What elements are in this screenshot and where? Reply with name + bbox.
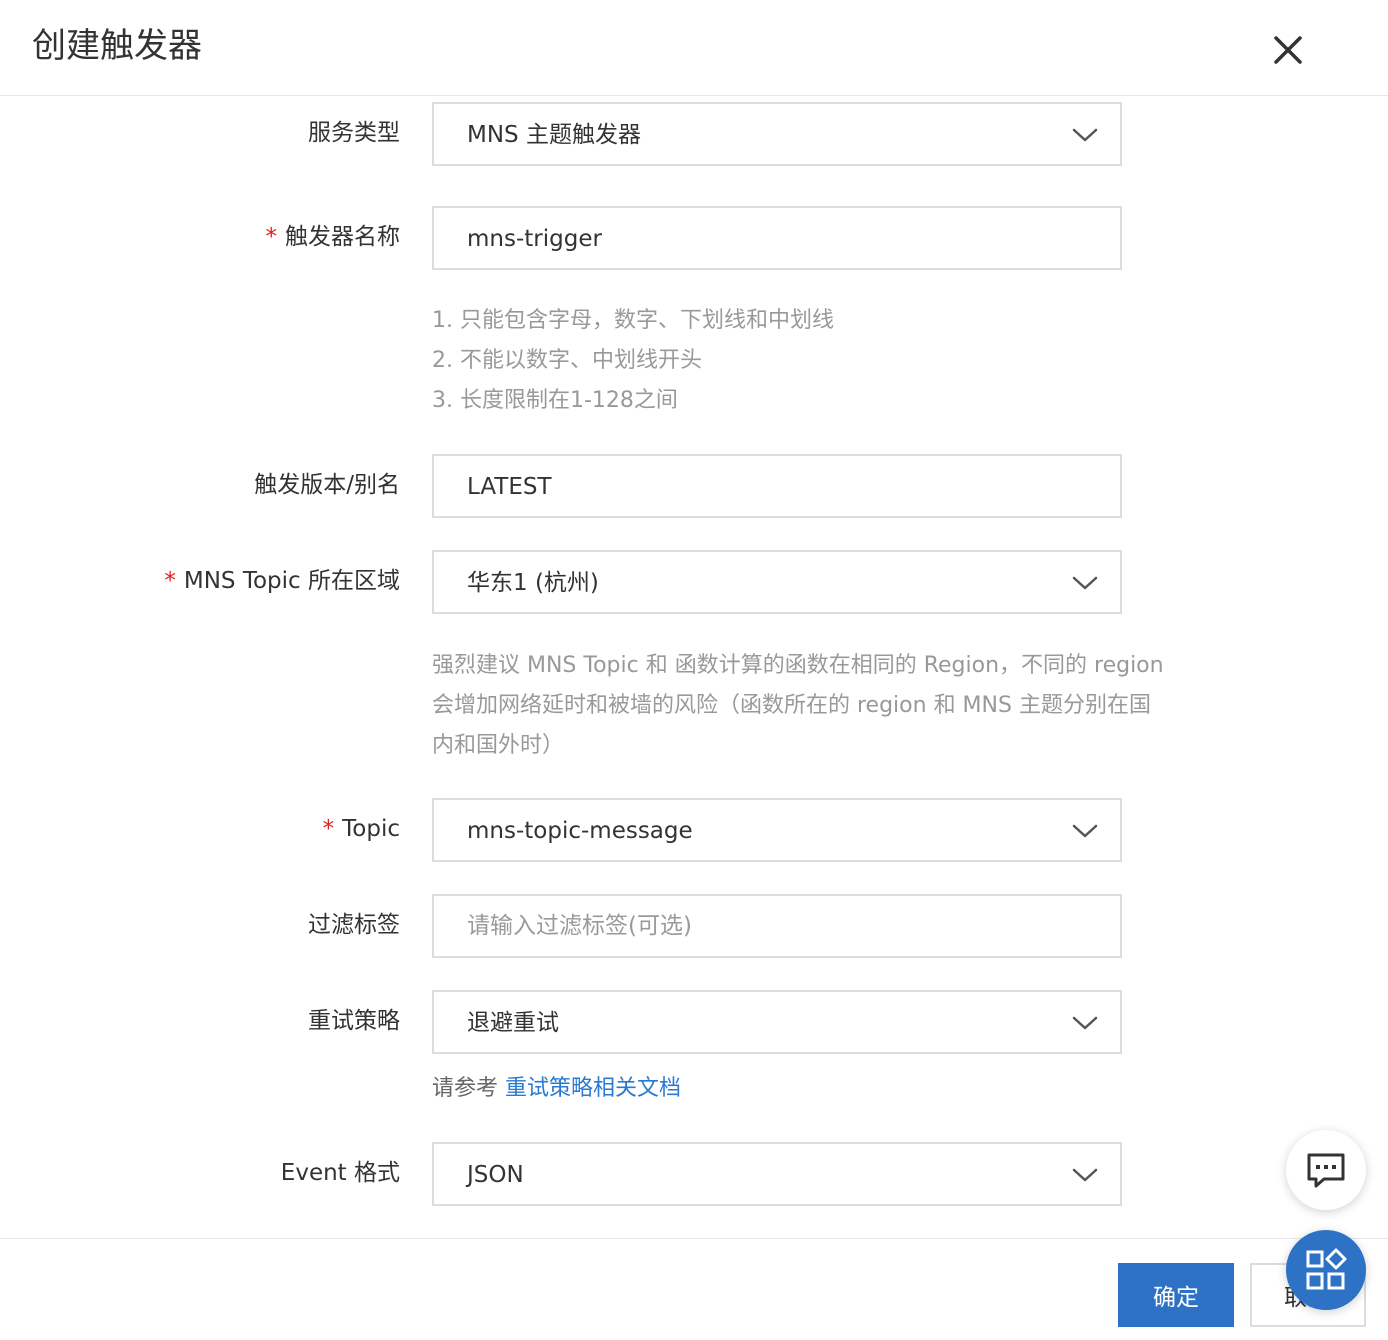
chevron-down-icon [1072,1016,1098,1030]
apps-button[interactable] [1286,1230,1366,1310]
chevron-down-icon [1072,128,1098,142]
version-alias-label: 触发版本/别名 [254,472,400,498]
confirm-button[interactable]: 确定 [1118,1263,1234,1327]
hint-line: 强烈建议 MNS Topic 和 函数计算的函数在相同的 Region，不同的 … [432,653,1164,678]
chevron-down-icon [1072,576,1098,590]
hint-line: 内和国外时） [432,733,565,758]
retry-policy-select[interactable]: 退避重试 [432,990,1122,1054]
required-mark: * [164,568,176,594]
hint-line: 会增加网络延时和被墙的风险（函数所在的 region 和 MNS 主题分别在国 [432,693,1151,718]
apps-icon [1306,1248,1347,1290]
trigger-name-rules: 1. 只能包含字母，数字、下划线和中划线 2. 不能以数字、中划线开头 3. 长… [432,301,1212,421]
version-alias-field[interactable]: LATEST [432,454,1122,518]
dialog-title: 创建触发器 [32,26,202,66]
trigger-name-value[interactable]: mns-trigger [467,224,602,254]
rule-line: 3. 长度限制在1-128之间 [432,388,678,413]
required-mark: * [322,816,335,842]
chat-icon [1307,1153,1345,1188]
close-icon[interactable] [1266,28,1310,72]
retry-policy-value: 退避重试 [467,1010,559,1036]
topic-label: * Topic [322,816,400,842]
trigger-name-label: * 触发器名称 [265,224,401,250]
retry-doc-link[interactable]: 重试策略相关文档 [505,1076,681,1101]
dialog-footer: 确定 取消 [0,1238,1388,1340]
retry-doc-note: 请参考 重试策略相关文档 [432,1074,681,1104]
retry-policy-label: 重试策略 [308,1008,400,1034]
region-label: * MNS Topic 所在区域 [164,568,400,594]
chevron-down-icon [1072,1168,1098,1182]
trigger-name-field[interactable]: mns-trigger [432,206,1122,270]
topic-value: mns-topic-message [467,818,693,844]
required-mark: * [265,224,278,250]
dialog-body: 服务类型 MNS 主题触发器 * 触发器名称 mns-trigger 1. 只能包… [0,96,1388,1238]
event-format-label: Event 格式 [280,1160,400,1186]
region-select[interactable]: 华东1 (杭州) [432,550,1122,614]
version-alias-value[interactable]: LATEST [467,472,552,502]
filter-tag-label: 过滤标签 [308,912,400,938]
topic-select[interactable]: mns-topic-message [432,798,1122,862]
region-value: 华东1 (杭州) [467,570,599,596]
chat-button[interactable] [1286,1130,1366,1210]
rule-line: 2. 不能以数字、中划线开头 [432,348,702,373]
filter-tag-input[interactable] [434,896,1120,956]
region-hint: 强烈建议 MNS Topic 和 函数计算的函数在相同的 Region，不同的 … [432,646,1212,766]
service-type-label: 服务类型 [308,120,400,146]
event-format-select[interactable]: JSON [432,1142,1122,1206]
chevron-down-icon [1072,824,1098,838]
filter-tag-field [432,894,1122,958]
service-type-value: MNS 主题触发器 [467,122,641,148]
retry-doc-prefix: 请参考 [432,1076,505,1101]
service-type-select[interactable]: MNS 主题触发器 [432,102,1122,166]
dialog-header: 创建触发器 [0,0,1388,96]
event-format-value: JSON [467,1162,524,1188]
rule-line: 1. 只能包含字母，数字、下划线和中划线 [432,308,834,333]
